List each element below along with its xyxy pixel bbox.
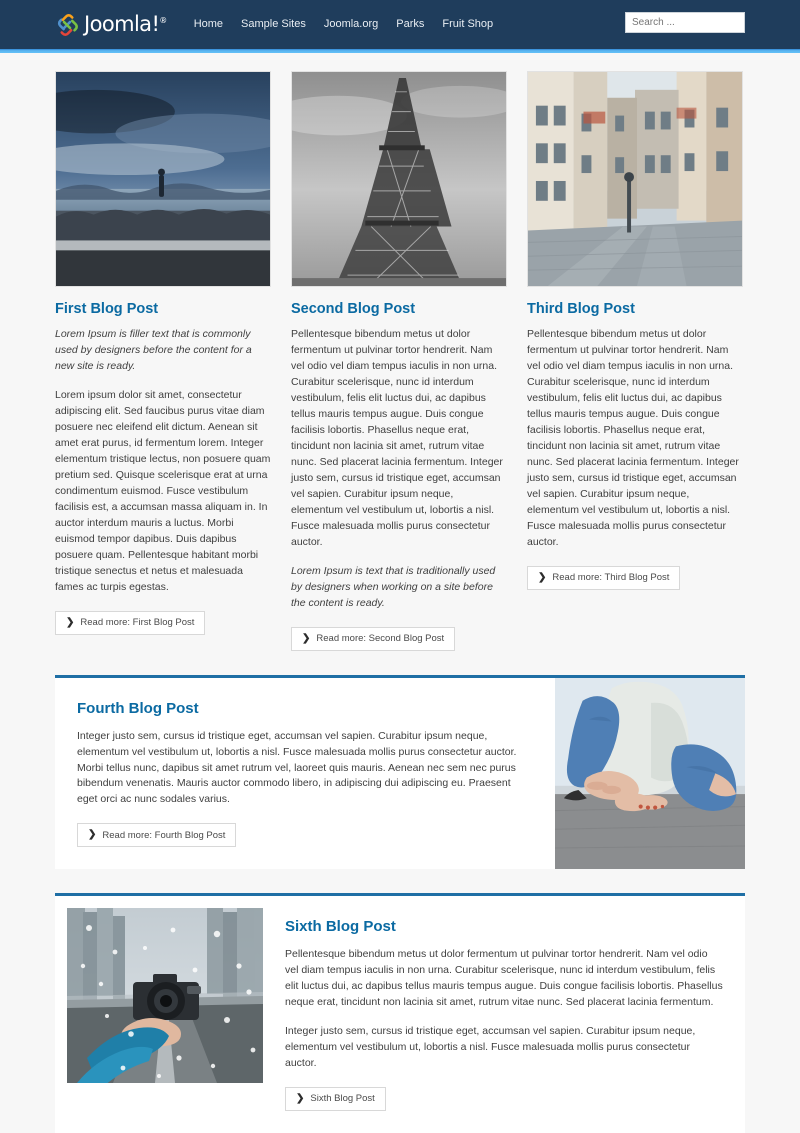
search-box bbox=[625, 12, 745, 33]
post-image-third[interactable] bbox=[527, 71, 743, 287]
site-title: Joomla!® bbox=[84, 12, 167, 36]
post-image-second[interactable] bbox=[291, 71, 507, 287]
nav-item-fruit-shop[interactable]: Fruit Shop bbox=[433, 15, 502, 34]
nav-item-parks[interactable]: Parks bbox=[387, 15, 433, 34]
read-more-first-label: Read more: First Blog Post bbox=[80, 616, 195, 628]
post-title-fourth: Fourth Blog Post bbox=[77, 699, 199, 717]
post-body-sixth-1: Pellentesque bibendum metus ut dolor fer… bbox=[285, 948, 723, 1009]
search-input[interactable] bbox=[625, 12, 745, 33]
fourth-content: Fourth Blog Post Integer justo sem, curs… bbox=[55, 678, 555, 870]
read-more-fourth-button[interactable]: ❯ Read more: Fourth Blog Post bbox=[77, 823, 237, 848]
blog-post-second: Second Blog Post Pellentesque bibendum m… bbox=[291, 71, 507, 651]
read-more-second-button[interactable]: ❯ Read more: Second Blog Post bbox=[291, 626, 456, 651]
joomla-logo-icon bbox=[55, 13, 79, 37]
page-content: First Blog Post Lorem Ipsum is filler te… bbox=[55, 53, 745, 1133]
post-body-fourth: Integer justo sem, cursus id tristique e… bbox=[77, 729, 517, 806]
read-more-sixth-button[interactable]: ❯ Sixth Blog Post bbox=[285, 1087, 386, 1112]
post-title-first: First Blog Post bbox=[55, 301, 159, 317]
nav-item-home[interactable]: Home bbox=[185, 15, 232, 34]
blog-post-first: First Blog Post Lorem Ipsum is filler te… bbox=[55, 71, 271, 635]
blog-post-fourth-card: Fourth Blog Post Integer justo sem, curs… bbox=[55, 674, 745, 870]
nav-item-joomla-org[interactable]: Joomla.org bbox=[315, 15, 387, 34]
post-title-second: Second Blog Post bbox=[291, 301, 416, 317]
post-image-sixth[interactable] bbox=[67, 908, 263, 1084]
blog-post-third: Third Blog Post Pellentesque bibendum me… bbox=[527, 71, 743, 590]
nav-item-sample-sites[interactable]: Sample Sites bbox=[232, 15, 315, 34]
header-inner: Joomla!® Home Sample Sites Joomla.org Pa… bbox=[55, 0, 745, 49]
read-more-fourth-label: Read more: Fourth Blog Post bbox=[102, 829, 226, 841]
post-image-first[interactable] bbox=[55, 71, 271, 287]
blog-post-sixth-card: Sixth Blog Post Pellentesque bibendum me… bbox=[55, 893, 745, 1133]
post-body-third: Pellentesque bibendum metus ut dolor fer… bbox=[527, 328, 739, 548]
chevron-right-icon: ❯ bbox=[302, 632, 311, 644]
post-title-sixth: Sixth Blog Post bbox=[285, 918, 396, 936]
post-intro-second: Lorem Ipsum is text that is traditionall… bbox=[291, 564, 496, 609]
post-body-second: Pellentesque bibendum metus ut dolor fer… bbox=[291, 328, 503, 548]
post-title-third: Third Blog Post bbox=[527, 301, 635, 317]
chevron-right-icon: ❯ bbox=[538, 571, 547, 583]
site-header: Joomla!® Home Sample Sites Joomla.org Pa… bbox=[0, 0, 800, 49]
read-more-sixth-label: Sixth Blog Post bbox=[310, 1093, 375, 1105]
chevron-right-icon: ❯ bbox=[296, 1093, 305, 1105]
featured-posts-row: First Blog Post Lorem Ipsum is filler te… bbox=[55, 71, 745, 651]
post-image-fourth[interactable] bbox=[555, 677, 745, 870]
read-more-second-label: Read more: Second Blog Post bbox=[316, 632, 445, 644]
registered-mark: ® bbox=[159, 16, 167, 25]
chevron-right-icon: ❯ bbox=[66, 616, 75, 628]
post-body-first: Lorem ipsum dolor sit amet, consectetur … bbox=[55, 389, 271, 593]
site-logo-link[interactable]: Joomla!® bbox=[55, 12, 167, 38]
post-intro-first: Lorem Ipsum is filler text that is commo… bbox=[55, 328, 252, 373]
post-body-sixth-2: Integer justo sem, cursus id tristique e… bbox=[285, 1025, 696, 1070]
chevron-right-icon: ❯ bbox=[88, 829, 97, 841]
read-more-third-button[interactable]: ❯ Read more: Third Blog Post bbox=[527, 565, 681, 590]
read-more-first-button[interactable]: ❯ Read more: First Blog Post bbox=[55, 610, 206, 635]
read-more-third-label: Read more: Third Blog Post bbox=[552, 571, 670, 583]
main-navigation: Home Sample Sites Joomla.org Parks Fruit… bbox=[185, 15, 502, 34]
sixth-content: Sixth Blog Post Pellentesque bibendum me… bbox=[263, 896, 745, 1133]
